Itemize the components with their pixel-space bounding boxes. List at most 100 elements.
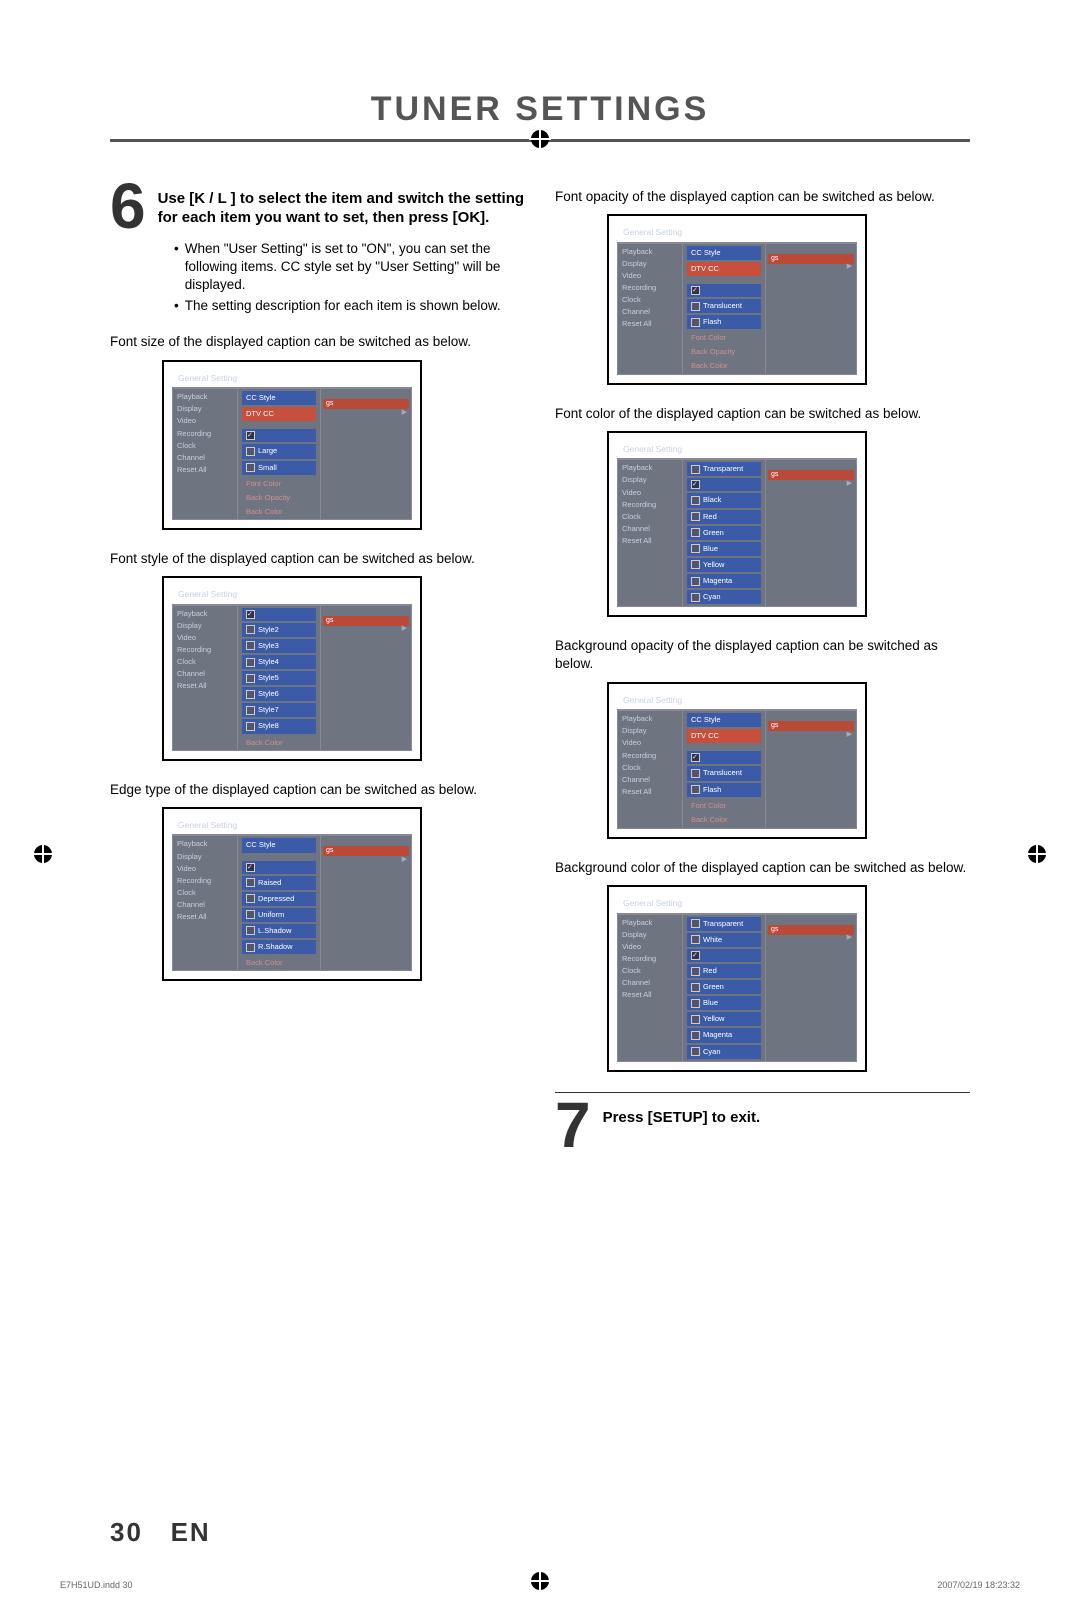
osd-option: Flash: [687, 783, 761, 797]
osd-option: Uniform: [242, 908, 316, 922]
osd-side-item: Playback: [177, 838, 237, 850]
osd-option-label: Green: [703, 528, 724, 538]
osd-option-label: Small: [258, 463, 277, 473]
osd-side-item: Display: [177, 851, 237, 863]
osd-item-cc: CC Style: [242, 391, 316, 405]
osd-option-label: Flash: [703, 317, 721, 327]
osd-item-dtv: DTV CC: [242, 407, 316, 421]
osd-side-item: Display: [177, 403, 237, 415]
osd-value-pane: gs: [320, 389, 411, 519]
osd-side-list: PlaybackDisplayVideoRecordingClockChanne…: [618, 915, 683, 1061]
osd-title: General Setting: [617, 895, 857, 913]
osd-side-item: Display: [622, 474, 682, 486]
osd-screenshot: General Setting PlaybackDisplayVideoReco…: [162, 807, 422, 981]
osd-side-item: Reset All: [177, 464, 237, 476]
osd-side-item: Channel: [622, 523, 682, 535]
print-timestamp: 2007/02/19 18:23:32: [937, 1580, 1020, 1590]
osd-side-item: Video: [177, 632, 237, 644]
osd-option-label: R.Shadow: [258, 942, 293, 952]
osd-side-item: Recording: [177, 875, 237, 887]
osd-side-list: PlaybackDisplayVideoRecordingClockChanne…: [618, 711, 683, 828]
registration-mark-icon: [32, 843, 54, 865]
osd-side-list: PlaybackDisplayVideoRecordingClockChanne…: [618, 244, 683, 374]
osd-side-item: Display: [622, 929, 682, 941]
osd-option-label: Raised: [258, 878, 281, 888]
osd-option-label: Style2: [258, 625, 279, 635]
osd-value-pane: gs: [765, 460, 856, 606]
osd-option-label: Transparent: [703, 919, 743, 929]
osd-option: Large: [242, 444, 316, 458]
osd-faded-item: Font Color: [687, 799, 761, 813]
osd-title: General Setting: [172, 817, 412, 835]
osd-faded-item: Back Color: [687, 813, 761, 827]
osd-faded-item: Font Color: [242, 477, 316, 491]
osd-side-item: Channel: [177, 899, 237, 911]
osd-faded-item: Back Opacity: [242, 491, 316, 505]
osd-side-item: Reset All: [177, 680, 237, 692]
osd-option: Magenta: [687, 574, 761, 588]
osd-option: Flash: [687, 315, 761, 329]
osd-option: Blue: [687, 996, 761, 1010]
osd-option-checked: [242, 429, 316, 442]
osd-option: Transparent: [687, 462, 761, 476]
osd-side-item: Playback: [622, 713, 682, 725]
osd-option-label: Yellow: [703, 1014, 724, 1024]
osd-side-item: Recording: [622, 953, 682, 965]
osd-option-label: Translucent: [703, 768, 742, 778]
osd-option-label: White: [703, 935, 722, 945]
osd-option-label: Green: [703, 982, 724, 992]
osd-option-label: Yellow: [703, 560, 724, 570]
osd-side-item: Video: [177, 863, 237, 875]
osd-title: General Setting: [617, 441, 857, 459]
step-number: 6: [110, 178, 146, 236]
registration-mark-icon: [1026, 843, 1048, 865]
osd-side-item: Recording: [177, 428, 237, 440]
osd-side-item: Playback: [177, 608, 237, 620]
page-lang: EN: [171, 1517, 211, 1547]
osd-side-item: Clock: [622, 511, 682, 523]
osd-option-list: CC Style DTV CC Large Small Font ColorBack O…: [238, 389, 320, 519]
section-description: Background opacity of the displayed capt…: [555, 637, 970, 673]
osd-side-item: Reset All: [622, 989, 682, 1001]
osd-side-item: Reset All: [622, 535, 682, 547]
print-file: E7H51UD.indd 30: [60, 1580, 133, 1590]
osd-side-item: Clock: [622, 294, 682, 306]
osd-value-pane: gs: [765, 711, 856, 828]
step-instruction: Use [K / L ] to select the item and swit…: [158, 182, 525, 228]
osd-item-cc: CC Style: [687, 713, 761, 727]
osd-screenshot: General Setting PlaybackDisplayVideoReco…: [162, 360, 422, 530]
osd-option-label: Translucent: [703, 301, 742, 311]
osd-title: General Setting: [617, 224, 857, 242]
osd-option: Yellow: [687, 1012, 761, 1026]
osd-option: Blue: [687, 542, 761, 556]
osd-screenshot: General Setting PlaybackDisplayVideoReco…: [162, 576, 422, 760]
osd-value-pane: gs: [765, 915, 856, 1061]
osd-option-checked: [687, 949, 761, 962]
section-description: Edge type of the displayed caption can b…: [110, 781, 525, 799]
osd-side-list: PlaybackDisplayVideoRecordingClockChanne…: [618, 460, 683, 606]
osd-option-label: Style3: [258, 641, 279, 651]
osd-option-list: TransparentWhiteRedGreenBlueYellowMagent…: [683, 915, 765, 1061]
osd-side-item: Clock: [177, 440, 237, 452]
osd-side-item: Reset All: [177, 911, 237, 923]
osd-item-dtv: DTV CC: [687, 262, 761, 276]
osd-option: Style8: [242, 719, 316, 733]
osd-side-list: PlaybackDisplayVideoRecordingClockChanne…: [173, 606, 238, 750]
osd-side-item: Clock: [177, 887, 237, 899]
osd-option-label: Magenta: [703, 576, 732, 586]
osd-side-item: Clock: [177, 656, 237, 668]
osd-option-list: CC StyleDTV CCTranslucentFlashFont Color…: [683, 711, 765, 828]
osd-option-label: Black: [703, 495, 721, 505]
osd-option-label: Large: [258, 446, 277, 456]
section-description: Font color of the displayed caption can …: [555, 405, 970, 423]
osd-option-label: Cyan: [703, 592, 721, 602]
osd-option-checked: [687, 478, 761, 491]
osd-side-item: Recording: [622, 499, 682, 511]
osd-side-item: Playback: [622, 246, 682, 258]
osd-option: Cyan: [687, 590, 761, 604]
osd-side-list: PlaybackDisplayVideoRecordingClockChanne…: [173, 389, 238, 519]
osd-option: Translucent: [687, 766, 761, 780]
osd-option: Green: [687, 980, 761, 994]
osd-option: Style4: [242, 655, 316, 669]
osd-value-pane: gs: [320, 606, 411, 750]
